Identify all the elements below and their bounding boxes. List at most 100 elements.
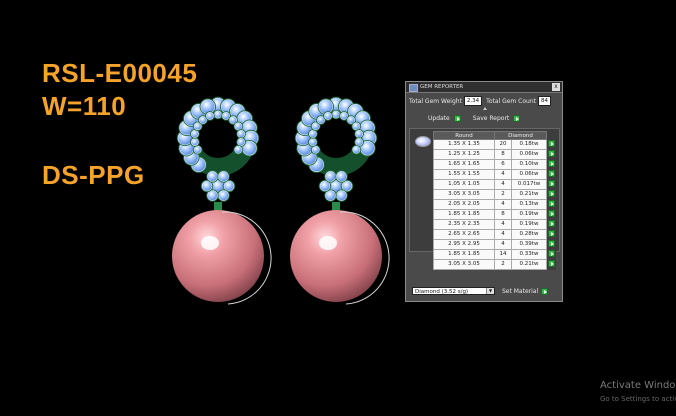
update-button[interactable] bbox=[453, 115, 461, 122]
report-actions: Update Save Report bbox=[428, 115, 521, 122]
gem-reporter-titlebar[interactable]: GEM REPORTER x bbox=[406, 82, 562, 93]
gem-weight-cell: 0.19tw bbox=[511, 219, 547, 230]
earring-3d-render[interactable] bbox=[0, 0, 676, 416]
gem-weight-cell: 0.21tw bbox=[511, 189, 547, 200]
select-gem-button[interactable] bbox=[548, 149, 555, 157]
diamond-stone bbox=[332, 110, 340, 119]
gem-size-cell: 1.55 X 1.55 bbox=[433, 169, 495, 180]
material-select[interactable]: Diamond (3.52 s/g) ▼ bbox=[412, 287, 495, 295]
select-gem-button[interactable] bbox=[548, 159, 555, 167]
set-material-label: Set Material bbox=[502, 287, 539, 295]
diamond-stone bbox=[319, 180, 331, 192]
gem-weight-cell: 0.06tw bbox=[511, 149, 547, 160]
diamond-stone bbox=[206, 112, 214, 120]
gem-count-cell: 2 bbox=[494, 259, 512, 270]
select-gem-button[interactable] bbox=[548, 229, 555, 237]
chevron-down-icon[interactable]: ▼ bbox=[486, 288, 494, 294]
gem-count-cell: 8 bbox=[494, 149, 512, 160]
row-action-cell bbox=[546, 239, 556, 250]
diamond-stone bbox=[218, 171, 229, 182]
table-row[interactable]: 2.65 X 2.65 4 0.28tw bbox=[433, 229, 556, 240]
save-report-button[interactable] bbox=[513, 115, 521, 122]
diamond-stone bbox=[193, 145, 202, 154]
left-earring bbox=[172, 96, 272, 305]
gem-size-cell: 1.25 X 1.25 bbox=[433, 149, 495, 160]
gem-weight-cell: 0.28tw bbox=[511, 229, 547, 240]
gem-size-cell: 2.65 X 2.65 bbox=[433, 229, 495, 240]
gem-count-cell: 14 bbox=[494, 249, 512, 260]
collapse-arrow-icon[interactable] bbox=[483, 107, 487, 110]
gem-count-cell: 8 bbox=[494, 209, 512, 220]
diamond-stone bbox=[190, 138, 199, 146]
row-action-cell bbox=[546, 169, 556, 180]
table-row[interactable]: 1.85 X 1.85 14 0.33tw bbox=[433, 249, 556, 260]
diamond-stone bbox=[214, 110, 222, 119]
diamond-stone bbox=[355, 130, 364, 138]
row-action-cell bbox=[546, 209, 556, 220]
table-row[interactable]: 2.05 X 2.05 4 0.13tw bbox=[433, 199, 556, 210]
select-gem-button[interactable] bbox=[548, 209, 555, 217]
gem-count-cell: 4 bbox=[494, 199, 512, 210]
gem-count-cell: 4 bbox=[494, 239, 512, 250]
table-row[interactable]: 1.55 X 1.55 4 0.06tw bbox=[433, 169, 556, 180]
gem-weight-cell: 0.18tw bbox=[511, 139, 547, 150]
gem-reporter-title: GEM REPORTER bbox=[420, 84, 464, 90]
diamond-stone bbox=[190, 130, 199, 138]
gem-count-cell: 4 bbox=[494, 219, 512, 230]
diamond-stone bbox=[237, 130, 246, 138]
gem-count-cell: 4 bbox=[494, 179, 512, 190]
diamond-stone bbox=[336, 190, 347, 201]
right-earring bbox=[290, 96, 390, 305]
diamond-stone bbox=[318, 99, 334, 114]
select-gem-button[interactable] bbox=[548, 239, 555, 247]
gem-count-cell: 4 bbox=[494, 229, 512, 240]
select-gem-button[interactable] bbox=[548, 219, 555, 227]
table-row[interactable]: 2.35 X 2.35 4 0.19tw bbox=[433, 219, 556, 230]
diamond-stone bbox=[340, 112, 348, 120]
material-select-value: Diamond (3.52 s/g) bbox=[415, 289, 469, 295]
diamond-stone bbox=[336, 171, 347, 182]
table-row[interactable]: 1.85 X 1.85 8 0.19tw bbox=[433, 209, 556, 220]
select-gem-button[interactable] bbox=[548, 139, 555, 147]
diamond-stone bbox=[222, 112, 230, 120]
row-action-cell bbox=[546, 149, 556, 160]
gem-count-cell: 2 bbox=[494, 189, 512, 200]
select-gem-button[interactable] bbox=[548, 169, 555, 177]
row-action-cell bbox=[546, 179, 556, 190]
close-icon[interactable]: x bbox=[552, 83, 560, 91]
select-gem-button[interactable] bbox=[548, 199, 555, 207]
table-row[interactable]: 1.65 X 1.65 6 0.10tw bbox=[433, 159, 556, 170]
gem-count-cell: 6 bbox=[494, 159, 512, 170]
diamond-stone bbox=[201, 180, 213, 192]
diamond-stone bbox=[311, 145, 320, 154]
select-gem-button[interactable] bbox=[548, 259, 556, 267]
select-gem-button[interactable] bbox=[548, 249, 555, 257]
table-row[interactable]: 1.05 X 1.05 4 0.017tw bbox=[433, 179, 556, 190]
total-gem-weight-label: Total Gem Weight bbox=[409, 97, 462, 105]
gem-count-cell: 20 bbox=[494, 139, 512, 150]
set-material-button[interactable] bbox=[541, 287, 549, 295]
table-row[interactable]: 2.95 X 2.95 4 0.39tw bbox=[433, 239, 556, 250]
gem-weight-cell: 0.21tw bbox=[511, 259, 547, 270]
gem-size-cell: 2.35 X 2.35 bbox=[433, 219, 495, 230]
table-row[interactable]: 1.35 X 1.35 20 0.18tw bbox=[433, 139, 556, 150]
pearl bbox=[172, 210, 264, 302]
total-gem-count-field[interactable]: 84 bbox=[538, 96, 552, 106]
gem-size-cell: 1.85 X 1.85 bbox=[433, 209, 495, 220]
table-row[interactable]: 3.05 X 3.05 2 0.21tw bbox=[433, 189, 556, 200]
table-row[interactable]: 1.25 X 1.25 8 0.06tw bbox=[433, 149, 556, 160]
table-row[interactable]: 3.05 X 3.05 2 0.21tw bbox=[433, 259, 556, 270]
app-icon bbox=[409, 84, 418, 92]
diamond-stone bbox=[200, 99, 216, 114]
diamond-stone bbox=[234, 122, 243, 131]
select-gem-button[interactable] bbox=[548, 179, 555, 187]
activate-windows-watermark: Activate Window bbox=[600, 380, 676, 391]
gem-weight-cell: 0.19tw bbox=[511, 209, 547, 220]
diamond-stone bbox=[316, 116, 325, 124]
select-gem-button[interactable] bbox=[548, 189, 555, 197]
update-label: Update bbox=[428, 115, 450, 122]
gem-size-cell: 1.85 X 1.85 bbox=[433, 249, 495, 260]
total-gem-count-label: Total Gem Count bbox=[486, 97, 537, 105]
total-gem-weight-field[interactable]: 2.34 bbox=[463, 96, 483, 106]
pearl-highlight bbox=[319, 236, 337, 250]
